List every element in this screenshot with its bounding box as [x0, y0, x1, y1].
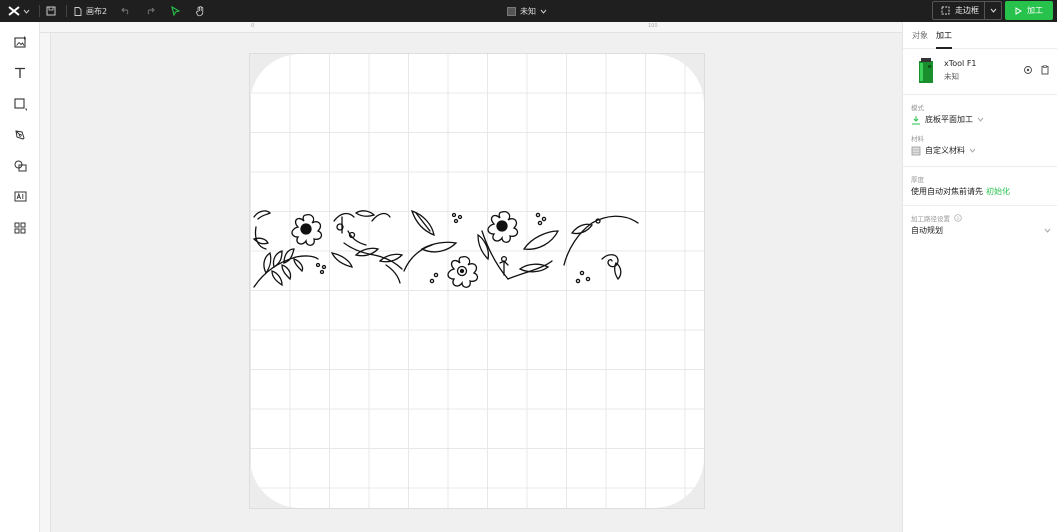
frame-button[interactable]: 走边框 — [933, 2, 985, 19]
shape-tool[interactable] — [10, 94, 30, 114]
info-icon[interactable] — [954, 214, 962, 222]
ruler-mark: 0 — [251, 23, 255, 29]
frame-button-group: 走边框 — [932, 1, 1002, 20]
path-setting-header: 加工路径设置 — [911, 213, 962, 223]
panel-tabs: 对象 加工 — [903, 22, 1057, 49]
xtool-logo-icon — [8, 6, 20, 16]
select-tool-button[interactable] — [167, 3, 183, 19]
canvas-name: 画布2 — [86, 6, 108, 16]
process-button[interactable]: 加工 — [1005, 1, 1053, 20]
thickness-hint: 使用自动对焦前请先 初始化 — [911, 186, 1010, 197]
chevron-down-icon — [977, 117, 984, 122]
ruler-mark: 100 — [648, 23, 658, 29]
mode-label: 模式 — [911, 104, 924, 112]
material-label: 材料 — [911, 135, 924, 143]
cursor-icon — [170, 6, 180, 16]
mode-select[interactable]: 底板平面加工 — [911, 114, 984, 125]
play-icon — [1015, 6, 1022, 15]
floral-border-artwork[interactable] — [252, 209, 647, 289]
chevron-down-icon — [1044, 228, 1051, 233]
divider — [903, 166, 1057, 167]
device-card: xTool F1 未知 — [903, 49, 1057, 95]
hand-tool-button[interactable] — [192, 3, 208, 19]
text-tool[interactable] — [10, 63, 30, 83]
tab-object[interactable]: 对象 — [912, 30, 928, 47]
target-icon[interactable] — [1023, 65, 1033, 75]
clipboard-icon[interactable] — [1040, 65, 1050, 75]
chevron-down-icon — [23, 9, 30, 14]
pen-icon — [15, 130, 25, 140]
shapes-combine-icon — [14, 160, 26, 172]
artboard — [249, 53, 705, 509]
frame-options-button[interactable] — [985, 8, 1001, 13]
hand-icon — [195, 5, 204, 16]
app-menu-button[interactable] — [8, 3, 34, 19]
square-icon — [13, 97, 27, 110]
device-selector[interactable]: 未知 — [507, 3, 547, 19]
initialize-link[interactable]: 初始化 — [986, 186, 1010, 197]
chevron-down-icon — [540, 9, 547, 14]
undo-button[interactable] — [118, 3, 134, 19]
flat-processing-icon — [912, 115, 920, 124]
material-icon — [911, 146, 921, 155]
process-button-label: 加工 — [1027, 6, 1043, 15]
divider — [903, 205, 1057, 206]
apps-tool[interactable] — [10, 218, 30, 238]
device-icon — [507, 6, 516, 16]
laser-device-image-icon — [919, 58, 933, 83]
undo-icon — [121, 7, 129, 15]
divider — [39, 5, 40, 17]
path-setting-select[interactable]: 自动规划 — [911, 225, 1051, 236]
path-setting-label: 加工路径设置 — [911, 215, 950, 223]
text-icon — [15, 67, 25, 78]
combine-tool[interactable] — [10, 156, 30, 176]
thickness-hint-text: 使用自动对焦前请先 — [911, 187, 983, 196]
top-ruler: 0 100 — [40, 22, 902, 33]
ai-icon — [14, 191, 26, 202]
redo-icon — [147, 7, 155, 15]
top-bar: 画布2 未知 走边框 加工 — [0, 0, 1057, 22]
chevron-down-icon — [990, 8, 996, 13]
frame-icon — [941, 6, 950, 15]
left-toolbar — [0, 22, 40, 532]
image-add-icon — [13, 36, 26, 48]
apps-grid-icon — [14, 222, 26, 234]
material-select[interactable]: 自定义材料 — [911, 145, 976, 156]
save-icon — [46, 6, 56, 16]
thickness-label: 厚度 — [911, 176, 924, 184]
frame-button-label: 走边框 — [955, 6, 979, 15]
device-connection-status: 未知 — [944, 72, 959, 81]
device-name: xTool F1 — [944, 59, 977, 68]
left-ruler — [40, 33, 51, 532]
canvas-workspace[interactable] — [51, 33, 902, 532]
save-button[interactable] — [43, 3, 59, 19]
canvas-name-tab[interactable]: 画布2 — [74, 3, 107, 19]
chevron-down-icon — [969, 148, 976, 153]
tab-process[interactable]: 加工 — [936, 30, 952, 49]
ai-tool[interactable] — [10, 187, 30, 207]
image-add-tool[interactable] — [10, 32, 30, 52]
material-value: 自定义材料 — [925, 146, 965, 155]
mode-value: 底板平面加工 — [925, 115, 973, 124]
pen-tool[interactable] — [10, 125, 30, 145]
device-status: 未知 — [520, 6, 536, 16]
properties-panel: 对象 加工 xTool F1 未知 模式 底板平面加工 材料 自定义材料 厚度 … — [902, 22, 1057, 532]
divider — [66, 5, 67, 17]
path-setting-value: 自动规划 — [911, 226, 943, 235]
redo-button[interactable] — [142, 3, 158, 19]
file-icon — [74, 6, 82, 16]
